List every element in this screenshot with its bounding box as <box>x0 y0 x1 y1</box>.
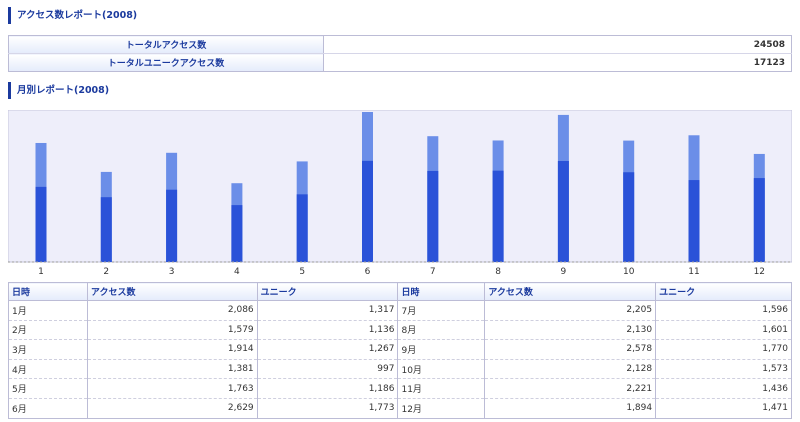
month-cell: 11月 <box>397 378 486 399</box>
access-cell: 1,894 <box>484 398 657 419</box>
unique-cell: 1,436 <box>655 378 792 399</box>
x-tick-label: 8 <box>495 267 501 277</box>
access-cell: 2,221 <box>484 378 657 399</box>
x-tick-label: 12 <box>754 267 765 277</box>
header-date-right: 日時 <box>397 282 486 301</box>
access-cell: 2,629 <box>87 398 258 419</box>
x-tick-label: 4 <box>234 267 240 277</box>
access-cell: 1,579 <box>87 320 258 341</box>
bar-unique <box>35 186 47 262</box>
unique-cell: 1,186 <box>257 378 399 399</box>
table-row: 6月 2,629 1,773 12月 1,894 1,471 <box>8 398 792 419</box>
unique-cell: 1,471 <box>655 398 792 419</box>
unique-cell: 1,267 <box>257 339 399 360</box>
header-access-left: アクセス数 <box>87 282 258 301</box>
bar-unique <box>427 170 439 262</box>
month-cell: 3月 <box>8 339 88 360</box>
table-row: 4月 1,381 997 10月 2,128 1,573 <box>8 359 792 380</box>
total-access-value: 24508 <box>323 35 792 54</box>
total-unique-value: 17123 <box>753 57 785 68</box>
x-tick-label: 6 <box>365 267 371 277</box>
x-tick-label: 3 <box>169 267 175 277</box>
chart-svg: 1 2 3 4 5 6 7 8 9 10 11 12 <box>8 110 792 277</box>
access-cell: 1,763 <box>87 378 258 399</box>
header-access-right: アクセス数 <box>484 282 657 301</box>
month-cell: 6月 <box>8 398 88 419</box>
unique-cell: 1,136 <box>257 320 399 341</box>
monthly-table: 日時 アクセス数 ユニーク 日時 アクセス数 ユニーク 1月 2,086 1,317… <box>8 282 792 419</box>
monthly-table-header: 日時 アクセス数 ユニーク 日時 アクセス数 ユニーク <box>8 282 792 301</box>
total-unique-label: トータルユニークアクセス数 <box>8 53 324 72</box>
x-tick-label: 9 <box>561 267 567 277</box>
bar-unique <box>688 180 700 262</box>
month-cell: 10月 <box>397 359 486 380</box>
table-row: 1月 2,086 1,317 7月 2,205 1,596 <box>8 300 792 321</box>
bar-unique <box>100 197 112 262</box>
bar-unique <box>231 205 243 262</box>
report-title: アクセス数レポート(2008) <box>8 7 137 24</box>
month-cell: 5月 <box>8 378 88 399</box>
table-row: 2月 1,579 1,136 8月 2,130 1,601 <box>8 320 792 341</box>
x-tick-label: 5 <box>299 267 305 277</box>
bar-unique <box>557 161 569 262</box>
access-cell: 2,128 <box>484 359 657 380</box>
month-cell: 9月 <box>397 339 486 360</box>
unique-cell: 1,770 <box>655 339 792 360</box>
bar-unique <box>753 178 765 262</box>
access-cell: 2,578 <box>484 339 657 360</box>
bar-unique <box>362 160 373 262</box>
header-date-left: 日時 <box>8 282 88 301</box>
summary-row-unique: トータルユニークアクセス数 17123 <box>8 53 792 72</box>
unique-cell: 1,573 <box>655 359 792 380</box>
x-tick-label: 10 <box>623 267 635 277</box>
unique-cell: 1,596 <box>655 300 792 321</box>
access-cell: 1,914 <box>87 339 258 360</box>
bar-unique <box>166 189 178 262</box>
unique-cell: 1,773 <box>257 398 399 419</box>
access-cell: 1,381 <box>87 359 258 380</box>
x-tick-label: 1 <box>38 267 44 277</box>
unique-cell: 997 <box>257 359 399 380</box>
x-tick-label: 2 <box>103 267 109 277</box>
header-unique-right: ユニーク <box>655 282 792 301</box>
month-cell: 8月 <box>397 320 486 341</box>
unique-cell: 1,601 <box>655 320 792 341</box>
month-cell: 7月 <box>397 300 486 321</box>
table-row: 5月 1,763 1,186 11月 2,221 1,436 <box>8 378 792 399</box>
monthly-report-title: 月別レポート(2008) <box>8 82 109 99</box>
bar-unique <box>296 194 308 262</box>
month-cell: 4月 <box>8 359 88 380</box>
access-cell: 2,130 <box>484 320 657 341</box>
bar-unique <box>492 170 504 262</box>
table-row: 3月 1,914 1,267 9月 2,578 1,770 <box>8 339 792 360</box>
month-cell: 2月 <box>8 320 88 341</box>
access-cell: 2,205 <box>484 300 657 321</box>
header-unique-left: ユニーク <box>257 282 399 301</box>
access-cell: 2,086 <box>87 300 258 321</box>
monthly-bar-chart: 1 2 3 4 5 6 7 8 9 10 11 12 <box>8 110 792 280</box>
month-cell: 1月 <box>8 300 88 321</box>
summary-table: トータルアクセス数 24508 トータルユニークアクセス数 17123 <box>8 35 792 72</box>
total-access-label: トータルアクセス数 <box>8 35 324 54</box>
x-tick-label: 7 <box>430 267 436 277</box>
month-cell: 12月 <box>397 398 486 419</box>
x-tick-label: 11 <box>688 267 699 277</box>
bar-unique <box>623 172 635 262</box>
summary-row-total: トータルアクセス数 24508 <box>8 35 792 54</box>
chart-plot-area <box>8 110 792 263</box>
unique-cell: 1,317 <box>257 300 399 321</box>
